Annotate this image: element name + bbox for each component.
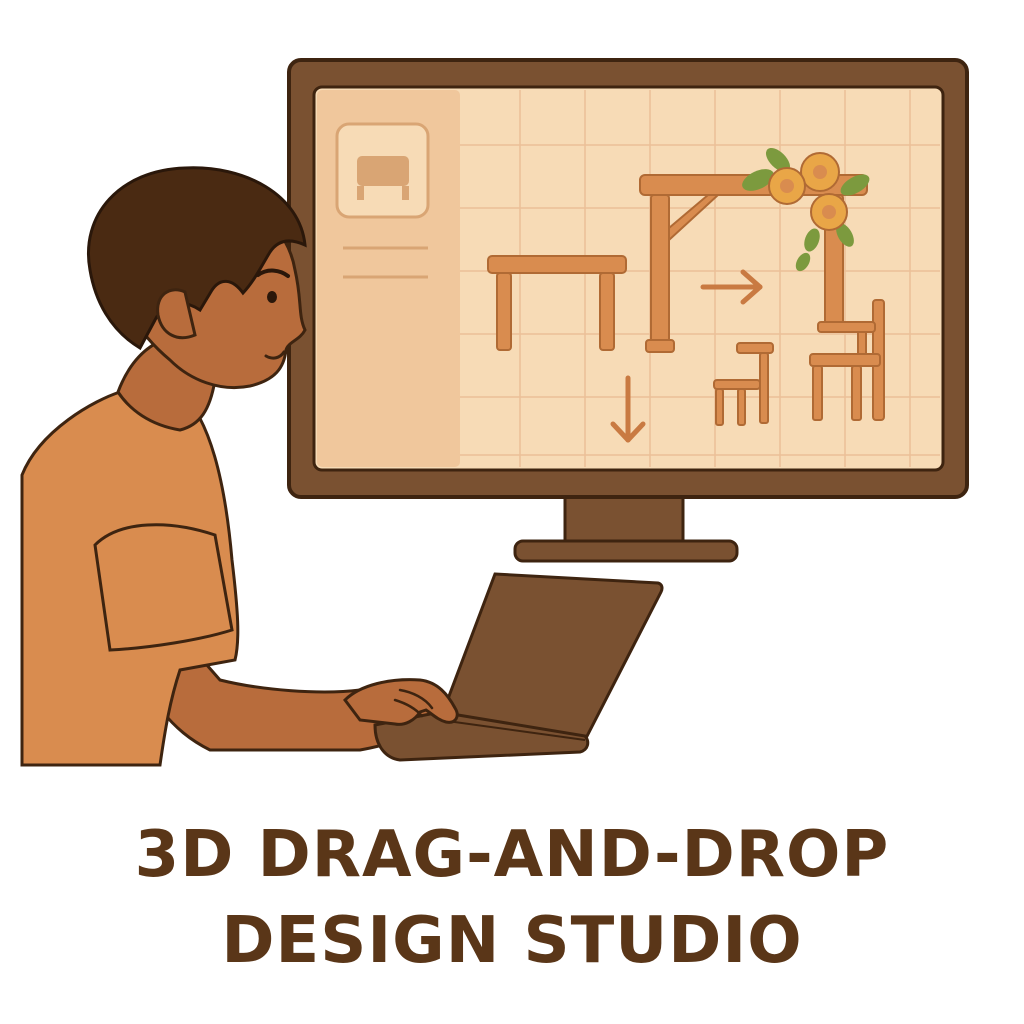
laptop	[373, 572, 664, 762]
person-sleeve	[93, 523, 234, 652]
person-eye	[267, 291, 277, 303]
design-studio-illustration	[20, 58, 969, 767]
monitor-stand-base	[513, 539, 739, 563]
title-caption: 3D DRAG-AND-DROP DESIGN STUDIO	[0, 812, 1024, 984]
title-line-2: DESIGN STUDIO	[221, 904, 803, 978]
title-line-1: 3D DRAG-AND-DROP	[134, 818, 890, 892]
monitor-stand-neck	[563, 494, 685, 546]
laptop-screen	[437, 572, 664, 742]
